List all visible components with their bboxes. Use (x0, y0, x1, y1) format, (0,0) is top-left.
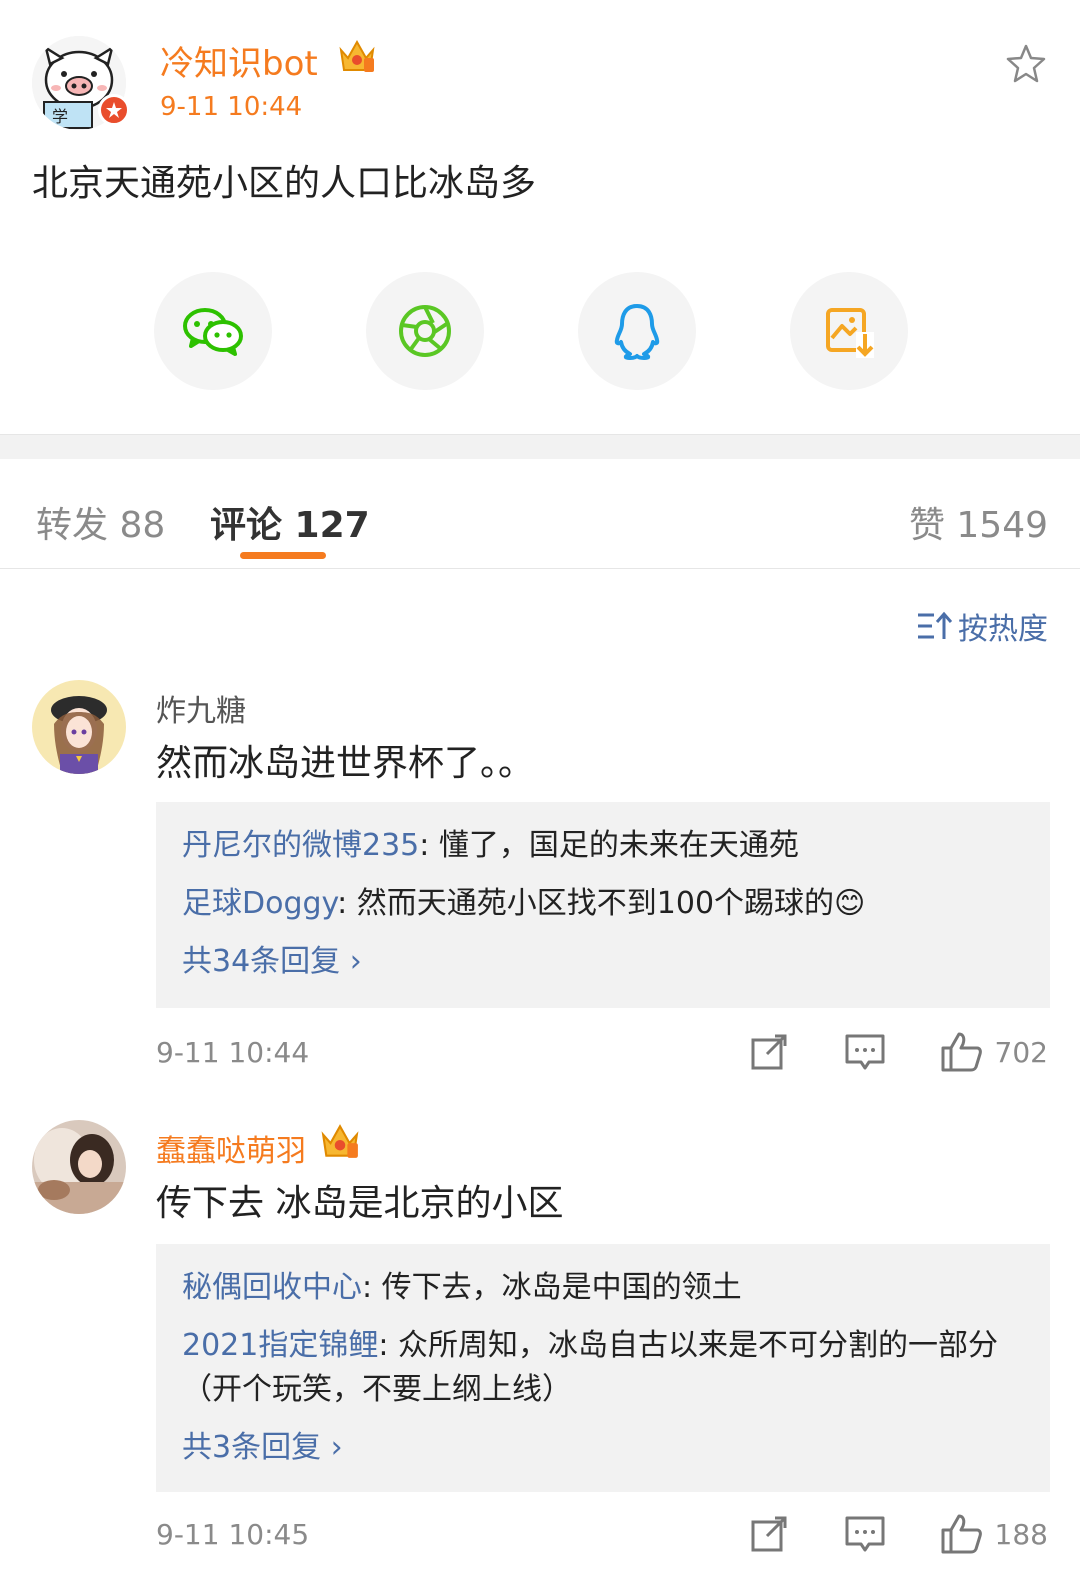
comment-time: 9-11 10:44 (156, 1036, 310, 1069)
reply-separator: : (337, 886, 357, 921)
reply-item: 秘偶回收中心: 传下去，冰岛是中国的领土 (182, 1266, 1024, 1310)
like-count: 702 (994, 1035, 1048, 1069)
share-qq-button[interactable] (578, 272, 696, 390)
save-image-button[interactable] (790, 272, 908, 390)
svg-text:学: 学 (52, 107, 68, 126)
section-divider (0, 434, 1080, 459)
reply-separator: : (362, 1270, 382, 1305)
wechat-icon (183, 308, 243, 356)
post-content: 北京天通苑小区的人口比冰岛多 (32, 163, 537, 204)
more-replies-label: 共34条回复 (182, 944, 341, 979)
like-count: 188 (994, 1517, 1048, 1551)
repost-icon[interactable] (747, 1512, 791, 1556)
comment-text: 然而冰岛进世界杯了。。 (156, 743, 535, 784)
verified-badge-icon (98, 94, 130, 126)
reply-user[interactable]: 2021指定锦鲤 (182, 1328, 378, 1363)
reply-item: 丹尼尔的微博235: 懂了，国足的未来在天通苑 (182, 824, 1024, 868)
save-image-icon (826, 308, 874, 358)
commenter-avatar[interactable] (32, 1120, 126, 1214)
share-moments-button[interactable] (366, 272, 484, 390)
sort-icon (918, 611, 952, 639)
reply-item: 2021指定锦鲤: 众所周知，冰岛自古以来是不可分割的一部分（开个玩笑，不要上纲… (182, 1324, 1024, 1412)
reply-separator: : (419, 828, 439, 863)
reply-item: 足球Doggy: 然而天通苑小区找不到100个踢球的😊 (182, 882, 1024, 926)
repost-icon[interactable] (747, 1030, 791, 1074)
reply-user[interactable]: 足球Doggy (182, 886, 337, 921)
comment-actions: 702 (695, 1030, 1048, 1074)
vip-crown-icon (320, 1122, 360, 1160)
commenter-name[interactable]: 炸九糖 (156, 686, 246, 730)
view-more-replies-link[interactable]: 共3条回复 › (182, 1426, 1024, 1470)
post-time: 9-11 10:44 (160, 92, 303, 122)
commenter-name[interactable]: 蠢蠢哒萌羽 (156, 1126, 306, 1170)
reply-box[interactable]: 丹尼尔的微博235: 懂了，国足的未来在天通苑 足球Doggy: 然而天通苑小区… (156, 802, 1050, 1008)
reply-user[interactable]: 秘偶回收中心 (182, 1270, 362, 1305)
more-replies-label: 共3条回复 (182, 1430, 322, 1465)
author-name[interactable]: 冷知识bot (160, 36, 318, 85)
comment-icon[interactable] (843, 1030, 887, 1074)
share-wechat-button[interactable] (154, 272, 272, 390)
reply-box[interactable]: 秘偶回收中心: 传下去，冰岛是中国的领土 2021指定锦鲤: 众所周知，冰岛自古… (156, 1244, 1050, 1492)
comment-text: 传下去 冰岛是北京的小区 (156, 1183, 564, 1224)
comment-actions: 188 (695, 1512, 1048, 1556)
reply-text: 然而天通苑小区找不到100个踢球的😊 (356, 886, 866, 921)
tab-like[interactable]: 赞 1549 (909, 496, 1048, 548)
share-row (0, 272, 1080, 392)
view-more-replies-link[interactable]: 共34条回复 › (182, 940, 1024, 984)
reply-user[interactable]: 丹尼尔的微博235 (182, 828, 419, 863)
moments-icon (399, 305, 451, 357)
vip-crown-icon (338, 38, 376, 74)
post-header: 学 冷知识bot 9-11 10:44 (0, 0, 1080, 130)
sort-by-hot-button[interactable]: 按热度 (916, 604, 1048, 648)
reply-separator: : (378, 1328, 399, 1363)
tab-comment[interactable]: 评论 127 (210, 496, 370, 548)
post-tabs: 转发 88 评论 127 赞 1549 (0, 458, 1080, 569)
chevron-right-icon: › (330, 1430, 343, 1465)
chevron-right-icon: › (349, 944, 362, 979)
comment-icon[interactable] (843, 1512, 887, 1556)
like-icon[interactable] (939, 1030, 983, 1074)
active-tab-indicator (240, 552, 326, 559)
commenter-avatar[interactable] (32, 680, 126, 774)
reply-text: 懂了，国足的未来在天通苑 (438, 828, 799, 863)
like-icon[interactable] (939, 1512, 983, 1556)
reply-text: 传下去，冰岛是中国的领土 (381, 1270, 742, 1305)
comment-time: 9-11 10:45 (156, 1518, 310, 1551)
tab-repost[interactable]: 转发 88 (36, 496, 165, 548)
sort-label: 按热度 (958, 612, 1048, 647)
qq-icon (614, 304, 660, 360)
favorite-star-icon[interactable] (1004, 42, 1048, 86)
